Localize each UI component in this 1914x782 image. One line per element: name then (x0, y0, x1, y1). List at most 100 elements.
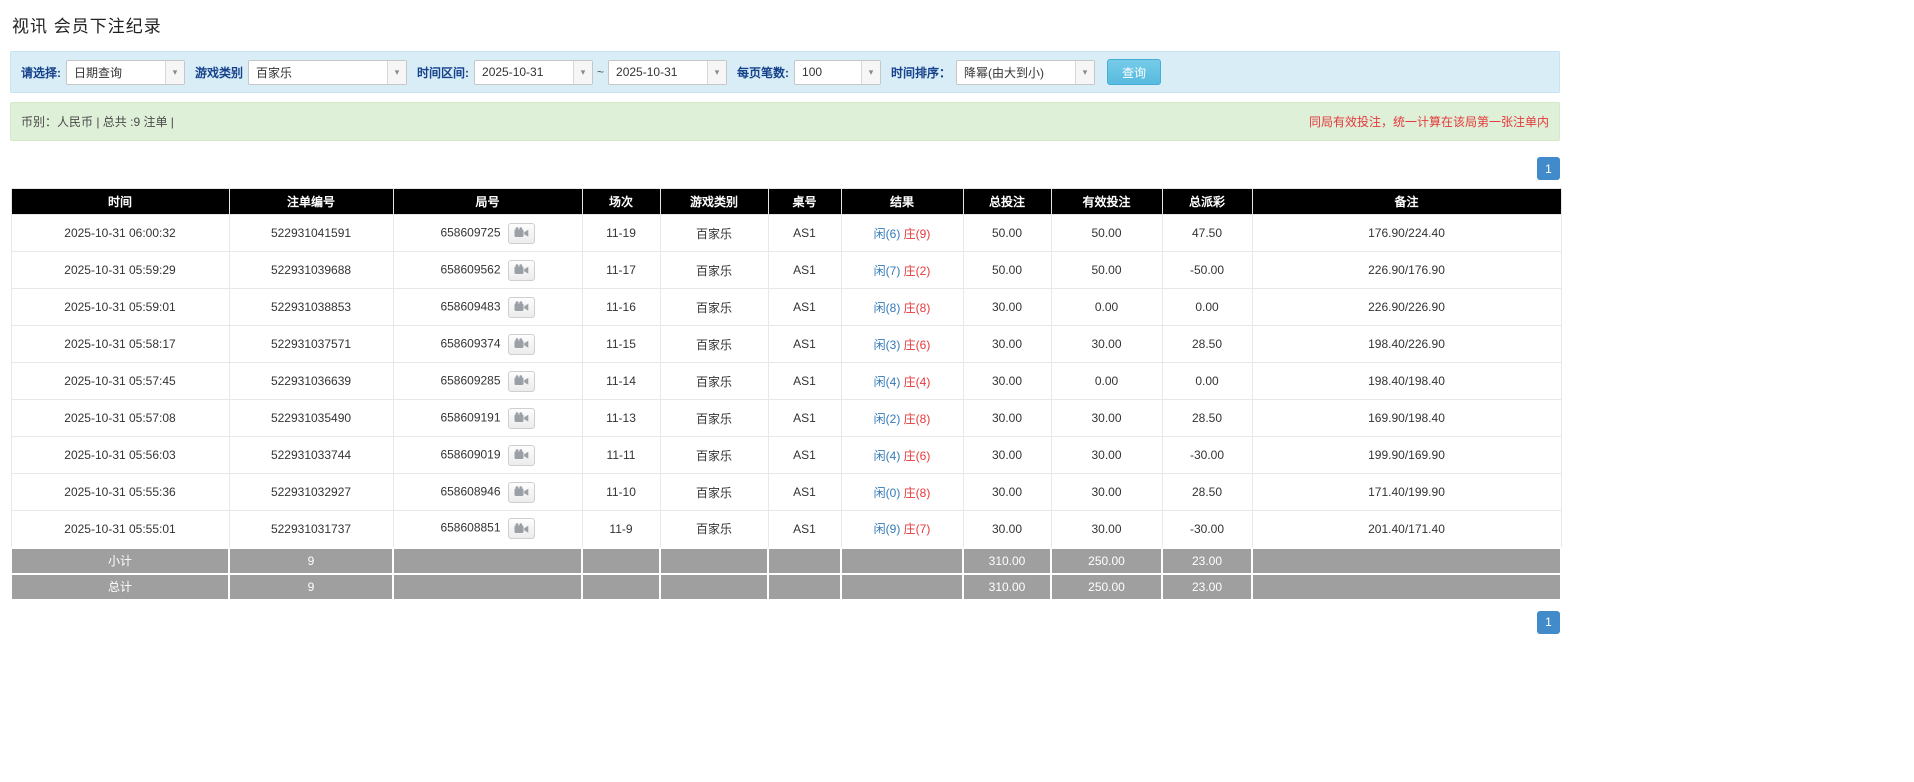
video-replay-button[interactable] (507, 518, 535, 540)
result-player: 闲(9) (873, 522, 901, 537)
cell-total-bet[interactable]: 30.00 (962, 436, 1052, 474)
cell-total-bet[interactable]: 30.00 (962, 473, 1052, 511)
cell-valid-bet: 0.00 (1050, 288, 1163, 326)
cell-total-bet[interactable]: 30.00 (962, 362, 1052, 400)
chevron-down-icon[interactable]: ▾ (573, 60, 593, 84)
table-row: 2025-10-31 05:57:08 522931035490 6586091… (10, 399, 1562, 437)
sort-label: 时间排序： (891, 65, 952, 80)
cell-valid-bet: 50.00 (1050, 214, 1163, 252)
cell-total-bet[interactable]: 50.00 (962, 251, 1052, 289)
round-id-text: 658609019 (440, 447, 501, 462)
cell-bet-id: 522931031737 (228, 510, 394, 548)
query-type-input[interactable] (67, 60, 165, 84)
total-valid-bet: 250.00 (1050, 572, 1163, 601)
chevron-down-icon[interactable]: ▾ (1075, 60, 1095, 84)
cell-round-id: 658609374 (392, 325, 583, 363)
header-remark: 备注 (1251, 188, 1562, 215)
video-replay-button[interactable] (507, 259, 535, 281)
result-banker: 庄(6) (903, 448, 931, 463)
header-round-id: 局号 (392, 188, 583, 215)
table-row: 2025-10-31 05:59:29 522931039688 6586095… (10, 251, 1562, 289)
cell-remark: 226.90/176.90 (1251, 251, 1562, 289)
total-total-bet: 310.00 (962, 572, 1052, 601)
cell-game-type: 百家乐 (659, 362, 769, 400)
result-player: 闲(2) (873, 411, 901, 426)
cell-table-no: AS1 (767, 473, 842, 511)
cell-valid-bet: 50.00 (1050, 251, 1163, 289)
pagination-top: 1 (10, 157, 1560, 180)
cell-payout: 47.50 (1161, 214, 1253, 252)
pagination-bottom: 1 (10, 610, 1560, 634)
video-replay-button[interactable] (507, 296, 535, 318)
round-id-text: 658608946 (440, 484, 501, 499)
sort-input[interactable] (957, 60, 1076, 84)
video-replay-button[interactable] (507, 222, 535, 244)
result-banker: 庄(8) (903, 300, 931, 315)
cell-table-no: AS1 (767, 510, 842, 548)
chevron-down-icon[interactable]: ▾ (387, 60, 407, 84)
cell-total-bet[interactable]: 30.00 (962, 399, 1052, 437)
cell-time: 2025-10-31 05:58:17 (10, 325, 230, 363)
date-from-input[interactable] (475, 60, 574, 84)
cell-remark: 176.90/224.40 (1251, 214, 1562, 252)
cell-total-bet[interactable]: 50.00 (962, 214, 1052, 252)
cell-result: 闲(8) 庄(8) (840, 288, 964, 326)
cell-result: 闲(4) 庄(4) (840, 362, 964, 400)
cell-payout: -30.00 (1161, 510, 1253, 548)
cell-result: 闲(4) 庄(6) (840, 436, 964, 474)
cell-valid-bet: 30.00 (1050, 399, 1163, 437)
cell-round-id: 658609285 (392, 362, 583, 400)
cell-session: 11-17 (581, 251, 661, 289)
video-replay-button[interactable] (507, 333, 535, 355)
cell-payout: 28.50 (1161, 325, 1253, 363)
chevron-down-icon[interactable]: ▾ (707, 60, 727, 84)
header-table-no: 桌号 (767, 188, 842, 215)
video-replay-button[interactable] (507, 370, 535, 392)
result-player: 闲(0) (873, 485, 901, 500)
cell-session: 11-10 (581, 473, 661, 511)
cell-table-no: AS1 (767, 399, 842, 437)
cell-session: 11-11 (581, 436, 661, 474)
video-replay-button[interactable] (507, 407, 535, 429)
round-id-text: 658608851 (440, 520, 501, 535)
search-button[interactable]: 查询 (1107, 59, 1162, 85)
cell-payout: 28.50 (1161, 473, 1253, 511)
result-banker: 庄(6) (903, 337, 931, 352)
chevron-down-icon[interactable]: ▾ (165, 60, 184, 84)
bet-records-table: 时间 注单编号 局号 场次 游戏类别 桌号 结果 总投注 有效投注 总派彩 备注… (10, 188, 1562, 601)
game-type-label: 游戏类别 (195, 65, 244, 80)
round-id-text: 658609285 (440, 373, 501, 388)
subtotal-label: 小计 (10, 546, 230, 575)
game-type-input[interactable] (249, 60, 388, 84)
cell-total-bet[interactable]: 30.00 (962, 510, 1052, 548)
cell-time: 2025-10-31 05:55:36 (10, 473, 230, 511)
info-bar: 币别：人民币 | 总共 :9 注单 | 同局有效投注，统一计算在该局第一张注单内 (10, 102, 1560, 141)
currency-summary-text: 币别：人民币 | 总共 :9 注单 | (21, 115, 174, 129)
cell-remark: 198.40/226.90 (1251, 325, 1562, 363)
total-label: 总计 (10, 572, 230, 601)
cell-bet-id: 522931033744 (228, 436, 394, 474)
cell-table-no: AS1 (767, 288, 842, 326)
date-to-input[interactable] (609, 60, 708, 84)
cell-time: 2025-10-31 05:56:03 (10, 436, 230, 474)
cell-bet-id: 522931037571 (228, 325, 394, 363)
table-row: 2025-10-31 06:00:32 522931041591 6586097… (10, 214, 1562, 252)
video-replay-button[interactable] (507, 481, 535, 503)
cell-time: 2025-10-31 05:57:08 (10, 399, 230, 437)
cell-result: 闲(2) 庄(8) (840, 399, 964, 437)
chevron-down-icon[interactable]: ▾ (861, 60, 881, 84)
cell-round-id: 658608851 (392, 510, 583, 548)
result-banker: 庄(8) (903, 485, 931, 500)
cell-result: 闲(0) 庄(8) (840, 473, 964, 511)
page-1-button[interactable]: 1 (1537, 610, 1560, 634)
cell-game-type: 百家乐 (659, 325, 769, 363)
cell-total-bet[interactable]: 30.00 (962, 325, 1052, 363)
cell-table-no: AS1 (767, 214, 842, 252)
video-replay-button[interactable] (507, 444, 535, 466)
filter-bar: 请选择: ▾ 游戏类别 ▾ 时间区间: ▾ ~ ▾ 每页笔数: (10, 51, 1560, 93)
cell-total-bet[interactable]: 30.00 (962, 288, 1052, 326)
cell-session: 11-14 (581, 362, 661, 400)
page-1-button[interactable]: 1 (1537, 157, 1560, 180)
result-banker: 庄(9) (903, 226, 931, 241)
page-size-input[interactable] (795, 60, 862, 84)
